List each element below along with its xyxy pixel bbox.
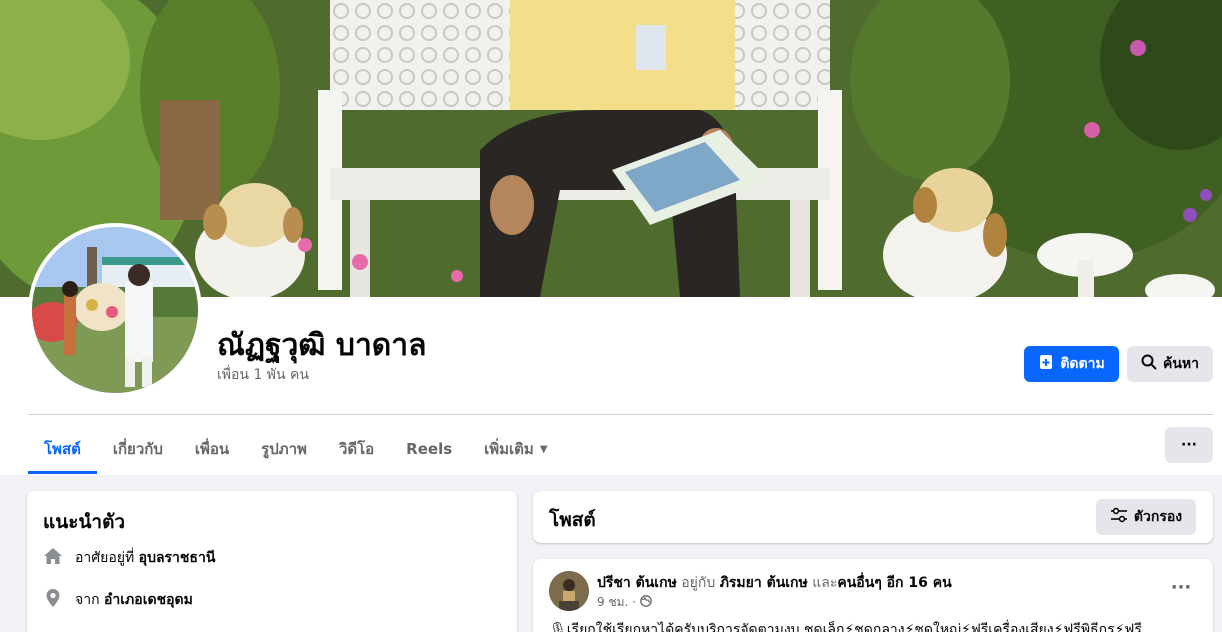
- post-body: 🎙เรียกใช้เรียกหาได้ครับบริการจัดตามงบ ชุ…: [549, 622, 1142, 632]
- post-others-link[interactable]: คนอื่นๆ อีก 16 คน: [837, 575, 951, 591]
- post-author-name[interactable]: ปรีชา ต้นเกษ: [597, 575, 677, 591]
- more-dots-icon: ···: [1181, 437, 1197, 453]
- follow-button[interactable]: ติดตาม: [1024, 346, 1119, 382]
- tab-label: โพสต์: [44, 440, 81, 458]
- caret-down-icon: ▼: [539, 443, 548, 455]
- intro-card: แนะนำตัว อาศัยอยู่ที่ อุบลราชธานี จาก อำ…: [27, 491, 517, 632]
- tab-friends[interactable]: เพื่อน: [179, 424, 245, 474]
- avatar-image: [32, 227, 198, 393]
- post-card: ปรีชา ต้นเกษ อยู่กับ ภิรมยา ต้นเกษ และคน…: [533, 559, 1213, 632]
- intro-title: แนะนำตัว: [43, 511, 126, 533]
- posts-header-card: โพสต์ ตัวกรอง: [533, 491, 1213, 543]
- friend-count[interactable]: เพื่อน 1 พัน คน: [217, 364, 309, 386]
- more-dots-icon: ···: [1170, 576, 1192, 598]
- search-label: ค้นหา: [1162, 356, 1200, 372]
- post-with-text: อยู่กับ: [681, 575, 716, 591]
- intro-lives-row: อาศัยอยู่ที่ อุบลราชธานี: [43, 546, 215, 570]
- tab-label: รูปภาพ: [261, 440, 307, 458]
- intro-from-row: จาก อำเภอเดชอุดม: [43, 588, 193, 612]
- location-pin-icon: [43, 588, 63, 612]
- from-place-link[interactable]: อำเภอเดชอุดม: [104, 592, 193, 608]
- search-button[interactable]: ค้นหา: [1127, 346, 1213, 382]
- cover-photo[interactable]: [0, 0, 1222, 297]
- post-tagged-name[interactable]: ภิรมยา ต้นเกษ: [720, 575, 808, 591]
- tab-about[interactable]: เกี่ยวกับ: [97, 424, 179, 474]
- filter-label: ตัวกรอง: [1133, 509, 1183, 525]
- tab-videos[interactable]: วิดีโอ: [323, 424, 390, 474]
- search-icon: [1141, 354, 1157, 374]
- follow-label: ติดตาม: [1060, 356, 1105, 372]
- cover-image: [0, 0, 1222, 297]
- post-time[interactable]: 9 ชม. ·: [597, 593, 636, 612]
- filter-icon: [1110, 507, 1128, 527]
- globe-icon: [640, 595, 652, 610]
- filter-button[interactable]: ตัวกรอง: [1096, 499, 1196, 535]
- follow-icon: [1038, 354, 1054, 374]
- post-author-avatar[interactable]: [549, 571, 589, 611]
- tab-label: Reels: [406, 440, 453, 458]
- tab-posts[interactable]: โพสต์: [28, 424, 97, 474]
- home-icon: [43, 546, 63, 570]
- lives-place-link[interactable]: อุบลราชธานี: [139, 550, 216, 566]
- tab-label: เกี่ยวกับ: [112, 440, 163, 458]
- tab-more[interactable]: เพิ่มเติม ▼: [468, 424, 563, 474]
- header-divider: [28, 414, 1213, 415]
- tab-reels[interactable]: Reels: [390, 424, 468, 474]
- post-and-text: และ: [812, 575, 838, 591]
- profile-name: ณัฏฐวุฒิ บาดาล: [217, 328, 427, 363]
- post-author-line: ปรีชา ต้นเกษ อยู่กับ ภิรมยา ต้นเกษ และคน…: [597, 572, 952, 594]
- tab-label: เพิ่มเติม: [484, 440, 534, 458]
- tab-label: วิดีโอ: [338, 440, 375, 458]
- post-options-button[interactable]: ···: [1167, 573, 1195, 601]
- profile-avatar[interactable]: [28, 223, 202, 397]
- tab-photos[interactable]: รูปภาพ: [245, 424, 323, 474]
- post-meta: 9 ชม. ·: [597, 593, 652, 612]
- profile-tabs: โพสต์ เกี่ยวกับ เพื่อน รูปภาพ วิดีโอ Ree…: [28, 424, 564, 474]
- tab-label: เพื่อน: [194, 440, 230, 458]
- lives-prefix: อาศัยอยู่ที่: [75, 550, 135, 566]
- from-prefix: จาก: [75, 592, 100, 608]
- posts-title: โพสต์: [549, 509, 596, 531]
- more-options-button[interactable]: ···: [1165, 427, 1213, 463]
